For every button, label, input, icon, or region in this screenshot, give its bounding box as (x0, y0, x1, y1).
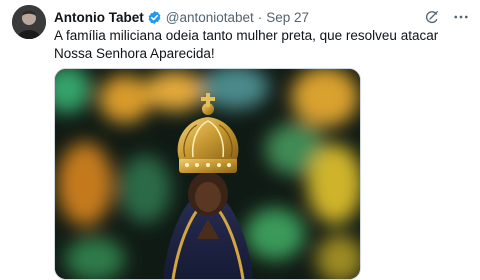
tweet-date[interactable]: Sep 27 (266, 10, 309, 25)
more-icon[interactable] (452, 8, 470, 26)
tweet-actions (424, 7, 470, 27)
author-name[interactable]: Antonio Tabet (54, 10, 144, 25)
separator-dot: · (257, 9, 263, 25)
tweet[interactable]: Antonio Tabet @antoniotabet · Sep 27 A f… (0, 0, 480, 280)
verified-badge-icon (147, 10, 162, 25)
grok-icon[interactable] (424, 9, 440, 25)
tweet-media-image[interactable] (54, 68, 361, 280)
statue-photo (55, 69, 360, 279)
avatar[interactable] (12, 5, 46, 39)
tweet-header: Antonio Tabet @antoniotabet · Sep 27 (54, 7, 470, 27)
tweet-text: A família miliciana odeia tanto mulher p… (54, 28, 439, 61)
author-handle[interactable]: @antoniotabet (166, 10, 254, 25)
